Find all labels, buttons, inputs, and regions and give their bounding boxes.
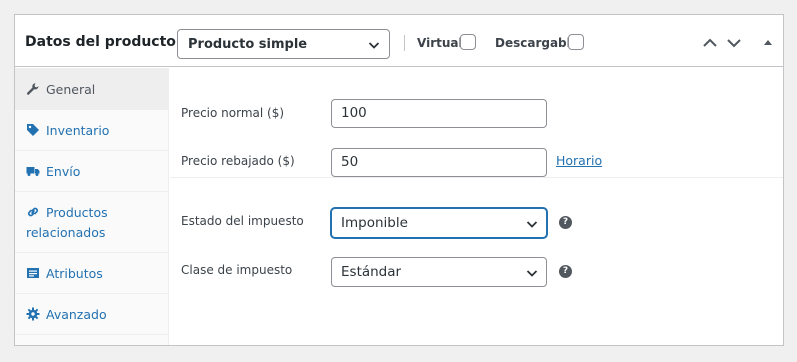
collapse-toggle-icon[interactable] bbox=[760, 37, 776, 49]
tab-label: Productos relacionados bbox=[26, 205, 108, 240]
tab-inventory[interactable]: Inventario bbox=[15, 110, 168, 151]
general-panel: Precio normal ($) 100 Precio rebajado ($… bbox=[170, 68, 783, 345]
chevron-down-icon bbox=[368, 42, 380, 49]
tax-class-label: Clase de impuesto bbox=[181, 263, 293, 277]
tab-attributes[interactable]: Atributos bbox=[15, 253, 168, 294]
tab-label: Avanzado bbox=[46, 307, 107, 322]
truck-icon bbox=[26, 167, 40, 176]
regular-price-input[interactable]: 100 bbox=[331, 99, 547, 128]
downloadable-checkbox[interactable] bbox=[568, 34, 584, 50]
schedule-link[interactable]: Horario bbox=[556, 153, 602, 168]
product-type-value: Producto simple bbox=[188, 37, 308, 52]
tag-icon bbox=[27, 124, 39, 136]
tab-label: Inventario bbox=[46, 123, 110, 138]
tax-class-value: Estándar bbox=[341, 264, 402, 280]
tab-label: Envío bbox=[46, 164, 81, 179]
move-up-icon[interactable] bbox=[702, 37, 718, 49]
tax-class-select[interactable]: Estándar bbox=[331, 257, 547, 287]
tax-status-value: Imponible bbox=[341, 215, 408, 231]
panel-header: Datos del producto — Producto simple Vir… bbox=[15, 15, 783, 67]
help-icon[interactable]: ? bbox=[559, 265, 572, 278]
sale-price-input[interactable]: 50 bbox=[331, 148, 547, 177]
tab-label: General bbox=[46, 82, 96, 97]
help-icon[interactable]: ? bbox=[559, 216, 572, 229]
product-data-panel: Datos del producto — Producto simple Vir… bbox=[14, 14, 784, 346]
chevron-down-icon bbox=[526, 270, 538, 277]
tab-linked-products[interactable]: Productos relacionados bbox=[15, 192, 168, 253]
tab-advanced[interactable]: Avanzado bbox=[15, 294, 168, 335]
section-divider bbox=[170, 177, 783, 178]
tab-shipping[interactable]: Envío bbox=[15, 151, 168, 192]
gear-icon bbox=[26, 307, 40, 321]
list-icon bbox=[27, 268, 39, 278]
tax-status-label: Estado del impuesto bbox=[181, 214, 304, 228]
tab-label: Atributos bbox=[46, 266, 103, 281]
chevron-down-icon bbox=[526, 221, 538, 228]
wrench-icon bbox=[26, 83, 39, 95]
tax-status-select[interactable]: Imponible bbox=[331, 208, 547, 238]
product-data-tabs: General Inventario Envío Productos relac… bbox=[15, 68, 169, 345]
product-type-select[interactable]: Producto simple bbox=[177, 29, 390, 59]
virtual-checkbox[interactable] bbox=[460, 34, 476, 50]
panel-title: Datos del producto — bbox=[25, 34, 195, 50]
header-separator bbox=[404, 35, 405, 51]
sale-price-label: Precio rebajado ($) bbox=[181, 154, 295, 168]
regular-price-label: Precio normal ($) bbox=[181, 106, 285, 120]
move-down-icon[interactable] bbox=[726, 37, 742, 49]
tab-general[interactable]: General bbox=[15, 68, 168, 110]
